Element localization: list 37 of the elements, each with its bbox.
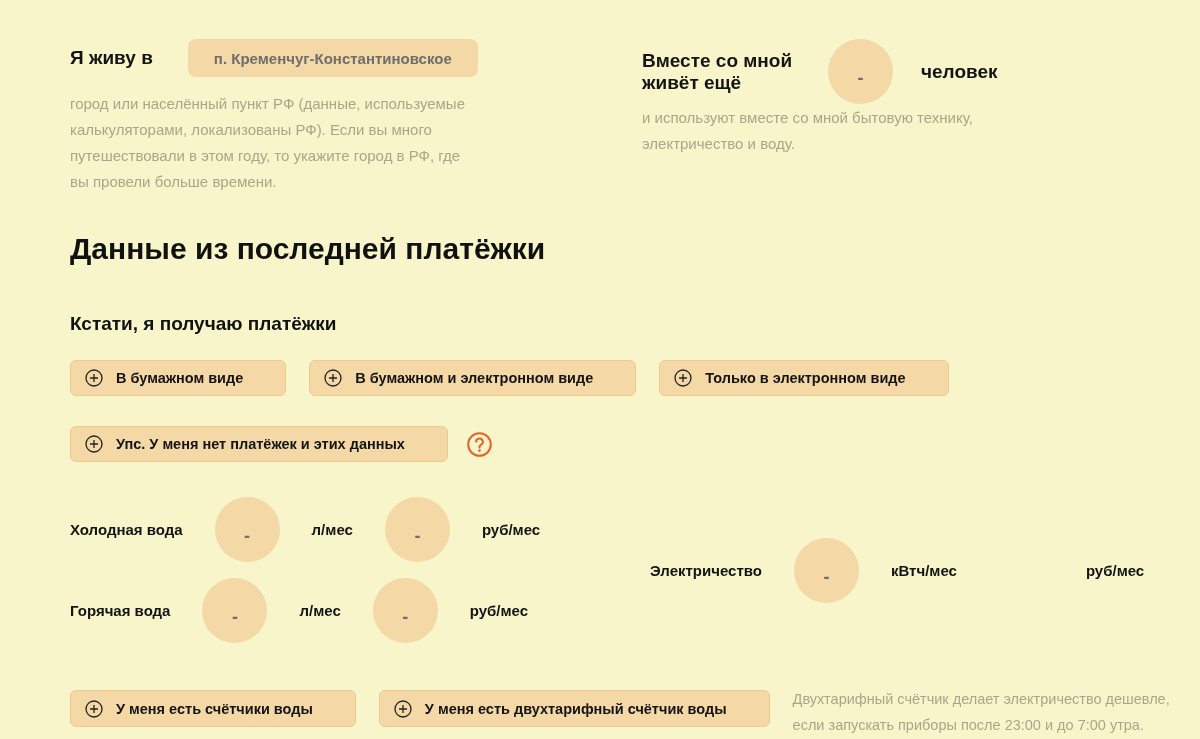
help-icon[interactable] <box>466 431 492 457</box>
meter-option[interactable]: У меня есть двухтарифный счётчик воды <box>378 690 770 727</box>
plus-circle-icon <box>674 369 693 387</box>
people-unit-label: человек <box>921 60 998 83</box>
plus-circle-icon <box>85 435 103 453</box>
unit-label: л/мес <box>311 521 353 538</box>
receipts-title: Кстати, я получаю платёжки <box>70 312 337 336</box>
water-field[interactable]: - <box>214 497 280 562</box>
unit-label: руб/мес <box>481 521 541 538</box>
water-field[interactable]: - <box>384 497 450 562</box>
receipt-option[interactable]: Упс. У меня нет платёжек и этих данных <box>70 426 448 462</box>
city-field[interactable]: п. Кременчуг-Константиновское <box>187 39 478 77</box>
meter-option[interactable]: У меня есть счётчики воды <box>70 690 356 727</box>
tariff-note: Двухтарифный счётчик делает электричество дешевле, если запускать приборы после 23:00 и до 7:00 утра. <box>792 690 1171 735</box>
unit-label: руб/мес <box>469 602 529 619</box>
electricity-field[interactable]: - <box>793 537 859 603</box>
plus-circle-icon <box>393 699 412 718</box>
unit-label: руб/мес <box>1085 561 1145 579</box>
section-title: Данные из последней платёжки <box>70 231 546 267</box>
receipt-option[interactable]: В бумажном и электронном виде <box>309 360 637 396</box>
receipt-option[interactable]: В бумажном виде <box>70 360 287 396</box>
household-hint: и используют вместе со мной бытовую технику, электричество и воду. <box>642 108 974 154</box>
plus-circle-icon <box>85 369 103 387</box>
people-count-field[interactable]: - <box>828 39 893 104</box>
unit-label: л/мес <box>299 602 341 619</box>
unit-label: кВтч/мес <box>890 561 957 579</box>
water-label: Горячая вода <box>70 602 171 619</box>
receipt-option[interactable]: Только в электронном виде <box>659 360 949 396</box>
city-hint: город или населённый пункт РФ (данные, используемые калькуляторами, локализованы РФ). Если вы много путешествовали в этом году, то укажите город в РФ, где вы провели больше времени. <box>70 94 466 192</box>
electricity-label: Электричество <box>650 561 762 579</box>
plus-circle-icon <box>324 369 343 387</box>
water-field[interactable]: - <box>372 578 438 643</box>
water-label: Холодная вода <box>70 521 183 538</box>
city-label: Я живу в <box>70 47 153 69</box>
water-field[interactable]: - <box>202 578 268 643</box>
plus-circle-icon <box>85 699 103 718</box>
household-label: Вместе со мной живёт ещё <box>642 49 794 94</box>
